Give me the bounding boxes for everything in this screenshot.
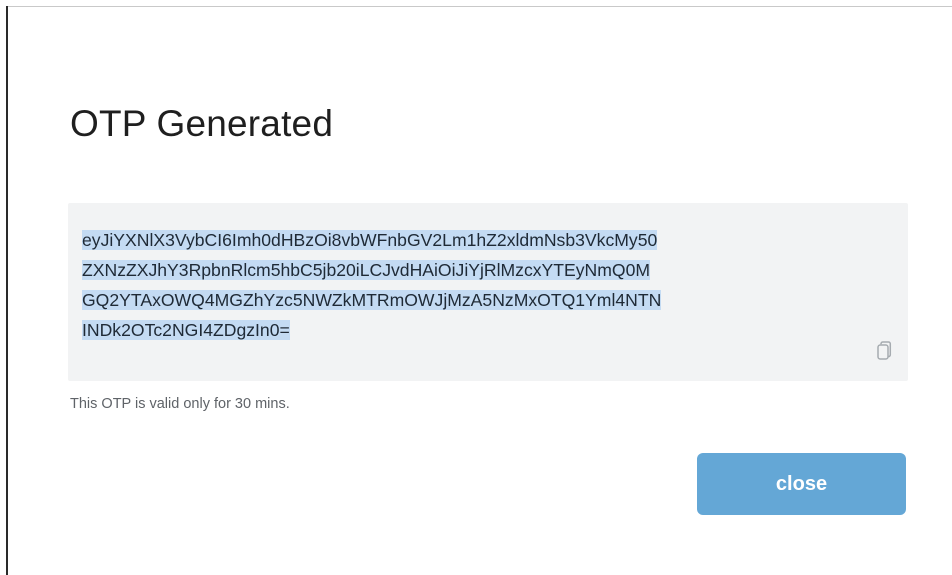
otp-validity-note: This OTP is valid only for 30 mins. <box>70 396 290 412</box>
copy-icon[interactable] <box>876 341 892 361</box>
otp-dialog: OTP Generated I eyJiYXNlX3VybCI6Imh0dHBz… <box>8 7 952 575</box>
otp-token[interactable]: eyJiYXNlX3VybCI6Imh0dHBzOi8vbWFnbGV2Lm1h… <box>82 225 894 345</box>
close-button[interactable]: close <box>697 453 906 515</box>
otp-box: I eyJiYXNlX3VybCI6Imh0dHBzOi8vbWFnbGV2Lm… <box>68 203 908 381</box>
copy-icon-graphic <box>877 341 892 360</box>
otp-line[interactable]: ZXNzZXJhY3RpbnRlcm5hbC5jb20iLCJvdHAiOiJi… <box>82 260 651 280</box>
dialog-title: OTP Generated <box>70 103 334 144</box>
otp-line[interactable]: eyJiYXNlX3VybCI6Imh0dHBzOi8vbWFnbGV2Lm1h… <box>82 230 658 250</box>
otp-line[interactable]: GQ2YTAxOWQ4MGZhYzc5NWZkMTRmOWJjMzA5NzMxO… <box>82 290 662 310</box>
otp-line[interactable]: INDk2OTc2NGI4ZDgzIn0= <box>82 320 290 340</box>
screen: OTP Generated I eyJiYXNlX3VybCI6Imh0dHBz… <box>0 0 952 575</box>
